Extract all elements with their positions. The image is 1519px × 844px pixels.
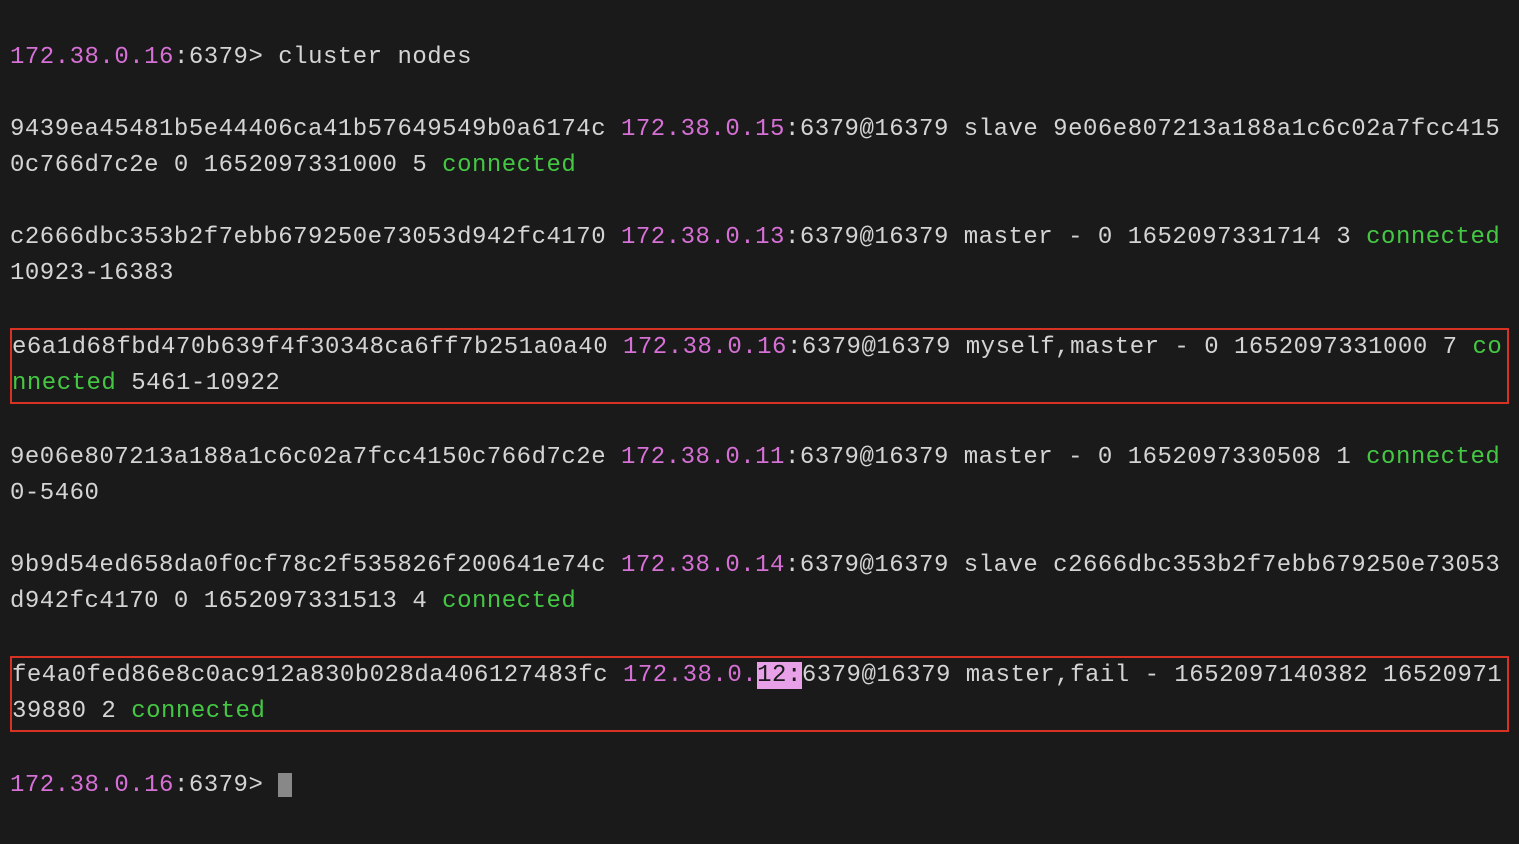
node-ip: 172.38.0.13 <box>621 224 785 251</box>
prompt-ip: 172.38.0.16 <box>10 44 174 71</box>
node-id: 9e06e807213a188a1c6c02a7fcc4150c766d7c2e <box>10 444 621 471</box>
node-line-2: c2666dbc353b2f7ebb679250e73053d942fc4170… <box>10 220 1509 292</box>
node-addr: :6379@16379 master - 0 1652097331714 3 <box>785 224 1366 251</box>
terminal-output[interactable]: 172.38.0.16:6379> cluster nodes 9439ea45… <box>0 0 1519 844</box>
node-id: c2666dbc353b2f7ebb679250e73053d942fc4170 <box>10 224 621 251</box>
prompt-port: :6379> <box>174 772 278 799</box>
node-ip-selected: 12 <box>757 662 787 689</box>
node-status: connected <box>442 588 576 615</box>
node-id: fe4a0fed86e8c0ac912a830b028da406127483fc <box>12 662 623 689</box>
node-ip: 172.38.0.14 <box>621 552 785 579</box>
highlighted-node-fail: fe4a0fed86e8c0ac912a830b028da406127483fc… <box>10 656 1509 732</box>
node-line-5: 9b9d54ed658da0f0cf78c2f535826f200641e74c… <box>10 548 1509 620</box>
prompt-line-2: 172.38.0.16:6379> <box>10 768 1509 804</box>
prompt-command: cluster nodes <box>278 44 472 71</box>
node-id: e6a1d68fbd470b639f4f30348ca6ff7b251a0a40 <box>12 334 623 361</box>
prompt-ip: 172.38.0.16 <box>10 772 174 799</box>
node-status: connected <box>442 152 576 179</box>
node-ip-part: 172.38.0. <box>623 662 757 689</box>
highlighted-node-myself: e6a1d68fbd470b639f4f30348ca6ff7b251a0a40… <box>10 328 1509 404</box>
node-line-1: 9439ea45481b5e44406ca41b57649549b0a6174c… <box>10 112 1509 184</box>
node-addr: :6379@16379 master - 0 1652097330508 1 <box>785 444 1366 471</box>
prompt-line: 172.38.0.16:6379> cluster nodes <box>10 40 1509 76</box>
node-slots: 5461-10922 <box>116 370 280 397</box>
node-status: connected <box>1366 224 1500 251</box>
node-line-4: 9e06e807213a188a1c6c02a7fcc4150c766d7c2e… <box>10 440 1509 512</box>
node-status: connected <box>131 698 265 725</box>
node-colon-selected: : <box>787 662 802 689</box>
node-addr: :6379@16379 myself,master - 0 1652097331… <box>787 334 1473 361</box>
node-ip: 172.38.0.16 <box>623 334 787 361</box>
node-ip: 172.38.0.15 <box>621 116 785 143</box>
node-ip: 172.38.0.11 <box>621 444 785 471</box>
cursor-icon <box>278 773 292 797</box>
prompt-port: :6379> <box>174 44 278 71</box>
node-status: connected <box>1366 444 1500 471</box>
node-id: 9439ea45481b5e44406ca41b57649549b0a6174c <box>10 116 621 143</box>
node-id: 9b9d54ed658da0f0cf78c2f535826f200641e74c <box>10 552 621 579</box>
